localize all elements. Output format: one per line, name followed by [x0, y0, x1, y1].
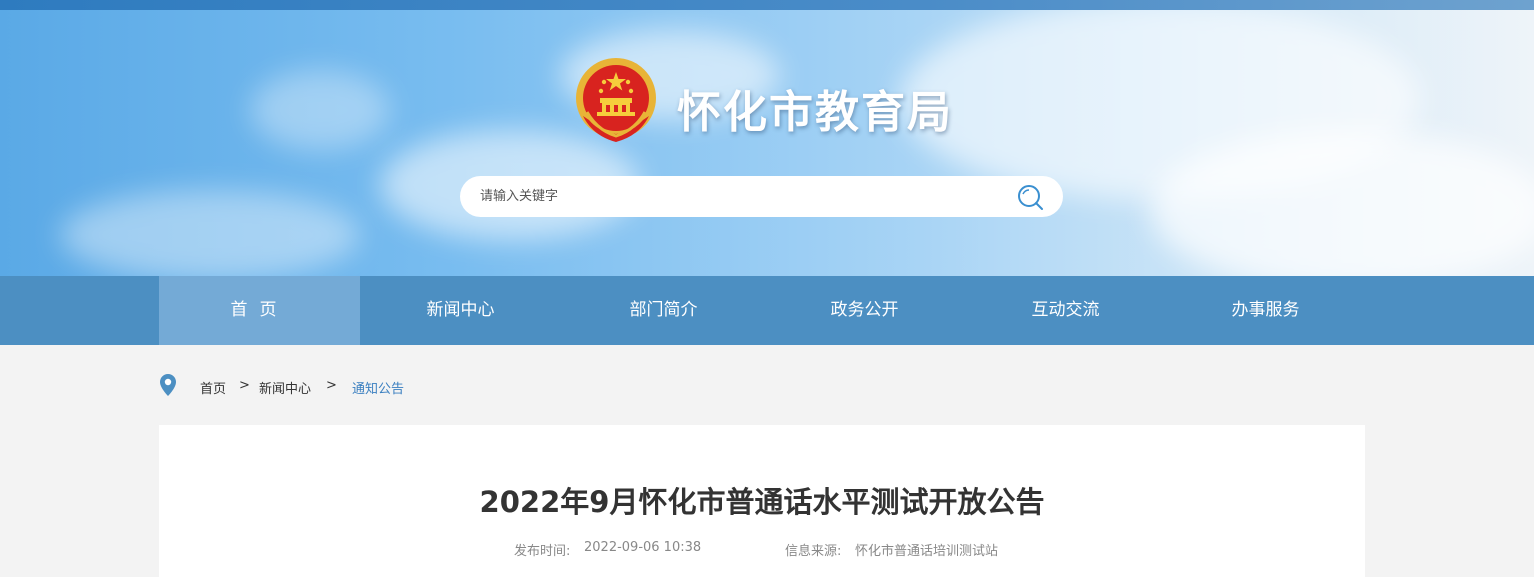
nav-item-government-affairs[interactable]: 政务公开: [764, 276, 965, 345]
source-value: 怀化市普通话培训测试站: [855, 544, 999, 559]
nav-item-news-center[interactable]: 新闻中心: [360, 276, 561, 345]
article-panel: 2022年9月怀化市普通话水平测试开放公告 发布时间: 2022-09-06 1…: [159, 425, 1365, 577]
breadcrumb-separator: >: [326, 378, 337, 393]
source-label: 信息来源:: [785, 544, 842, 559]
national-emblem-icon: [576, 58, 656, 142]
search-box: [460, 176, 1063, 217]
main-nav: 首页 新闻中心 部门简介 政务公开 互动交流 办事服务: [0, 276, 1534, 345]
nav-item-home[interactable]: 首页: [159, 276, 360, 345]
site-title: 怀化市教育局: [677, 87, 953, 138]
nav-item-department-intro[interactable]: 部门简介: [563, 276, 764, 345]
search-icon[interactable]: [1015, 183, 1045, 211]
publish-time: 2022-09-06 10:38: [584, 540, 702, 555]
cloud-decoration: [250, 70, 390, 150]
breadcrumb-notices[interactable]: 通知公告: [352, 378, 404, 397]
top-accent-bar: [0, 0, 1534, 10]
location-pin-icon: [160, 374, 176, 396]
nav-item-services[interactable]: 办事服务: [1165, 276, 1366, 345]
cloud-decoration: [60, 190, 360, 276]
header-banner: 怀化市教育局: [0, 10, 1534, 276]
search-input[interactable]: [480, 176, 1000, 217]
breadcrumb-home[interactable]: 首页: [200, 378, 226, 397]
article-title: 2022年9月怀化市普通话水平测试开放公告: [479, 485, 1045, 519]
nav-item-interaction[interactable]: 互动交流: [965, 276, 1166, 345]
breadcrumb-separator: >: [239, 378, 250, 393]
breadcrumb-news-center[interactable]: 新闻中心: [259, 378, 311, 397]
publish-time-label: 发布时间:: [514, 544, 571, 559]
